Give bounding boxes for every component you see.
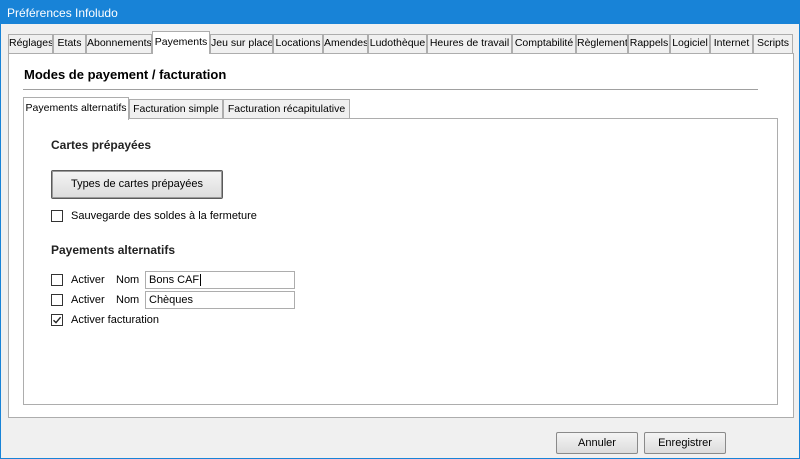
tab-heures-de-travail[interactable]: Heures de travail: [427, 34, 512, 53]
subtab-facturation-simple[interactable]: Facturation simple: [129, 99, 223, 119]
activate-checkbox-2[interactable]: [51, 294, 63, 306]
checkmark-icon: [53, 316, 62, 324]
tab-reglages[interactable]: Réglages: [8, 34, 53, 53]
prepaid-heading: Cartes prépayées: [51, 138, 152, 152]
tab-scripts[interactable]: Scripts: [753, 34, 793, 53]
preferences-window: Préférences Infoludo Réglages Etats Abon…: [0, 0, 800, 459]
billing-checkbox[interactable]: [51, 314, 63, 326]
tab-jeu-sur-place[interactable]: Jeu sur place: [210, 34, 273, 53]
tab-rappels[interactable]: Rappels: [628, 34, 670, 53]
name-input-1-value: Bons CAF: [149, 274, 200, 286]
tab-etats[interactable]: Etats: [53, 34, 86, 53]
tab-ludotheque[interactable]: Ludothèque: [368, 34, 427, 53]
activate-label-2: Activer: [71, 294, 105, 306]
window-title: Préférences Infoludo: [7, 6, 118, 20]
save-balances-label: Sauvegarde des soldes à la fermeture: [71, 210, 257, 222]
subtab-facturation-recapitulative[interactable]: Facturation récapitulative: [223, 99, 350, 119]
tab-amendes[interactable]: Amendes: [323, 34, 368, 53]
subtab-payements-alternatifs[interactable]: Payements alternatifs: [23, 97, 129, 120]
name-input-1[interactable]: Bons CAF: [145, 271, 295, 289]
name-input-2-value: Chèques: [149, 294, 194, 306]
billing-label: Activer facturation: [71, 314, 160, 326]
tab-locations[interactable]: Locations: [273, 34, 323, 53]
cancel-button[interactable]: Annuler: [556, 432, 638, 454]
tab-logiciel[interactable]: Logiciel: [670, 34, 710, 53]
main-tab-strip: Réglages Etats Abonnements Payements Jeu…: [8, 31, 794, 54]
name-input-2[interactable]: Chèques: [145, 291, 295, 309]
tab-internet[interactable]: Internet: [710, 34, 753, 53]
tab-reglement[interactable]: Règlement: [576, 34, 628, 53]
subtab-panel: Cartes prépayées Types de cartes prépayé…: [23, 118, 778, 405]
name-label-1: Nom: [116, 274, 140, 286]
text-caret: [200, 274, 202, 287]
activate-label-1: Activer: [71, 274, 105, 286]
save-button[interactable]: Enregistrer: [644, 432, 726, 454]
prepaid-types-button[interactable]: Types de cartes prépayées: [51, 170, 223, 199]
name-label-2: Nom: [116, 294, 140, 306]
title-divider: [23, 89, 758, 90]
tab-panel-payements: Modes de payement / facturation Payement…: [8, 53, 794, 418]
tab-payements[interactable]: Payements: [152, 31, 210, 54]
page-title: Modes de payement / facturation: [24, 67, 227, 82]
activate-checkbox-1[interactable]: [51, 274, 63, 286]
save-balances-checkbox[interactable]: [51, 210, 63, 222]
alt-payments-heading: Payements alternatifs: [51, 243, 176, 257]
title-bar[interactable]: Préférences Infoludo: [1, 1, 799, 24]
tab-comptabilite[interactable]: Comptabilité: [512, 34, 576, 53]
sub-tab-strip: Payements alternatifs Facturation simple…: [23, 97, 763, 120]
tab-abonnements[interactable]: Abonnements: [86, 34, 152, 53]
